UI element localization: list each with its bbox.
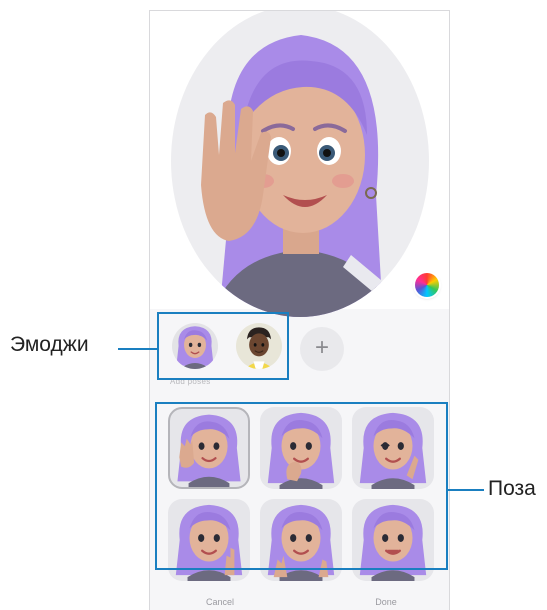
emoji-callout-line <box>118 348 157 350</box>
color-palette-icon[interactable] <box>415 273 439 297</box>
done-button[interactable]: Done <box>346 597 426 607</box>
add-icon: + <box>314 334 329 361</box>
avatar-waving <box>201 35 411 317</box>
bottom-action-bar: Cancel Done <box>150 585 449 610</box>
add-emoji-button[interactable]: + <box>300 327 344 371</box>
emoji-callout-box <box>157 312 289 380</box>
pose-callout-line <box>448 489 484 491</box>
avatar-preview-circle <box>171 11 429 317</box>
pose-callout-box <box>155 402 448 570</box>
avatar-preview <box>150 11 449 317</box>
emoji-callout-label: Эмоджи <box>10 333 89 356</box>
pose-callout-label: Поза <box>488 477 536 500</box>
cancel-button[interactable]: Cancel <box>180 597 260 607</box>
